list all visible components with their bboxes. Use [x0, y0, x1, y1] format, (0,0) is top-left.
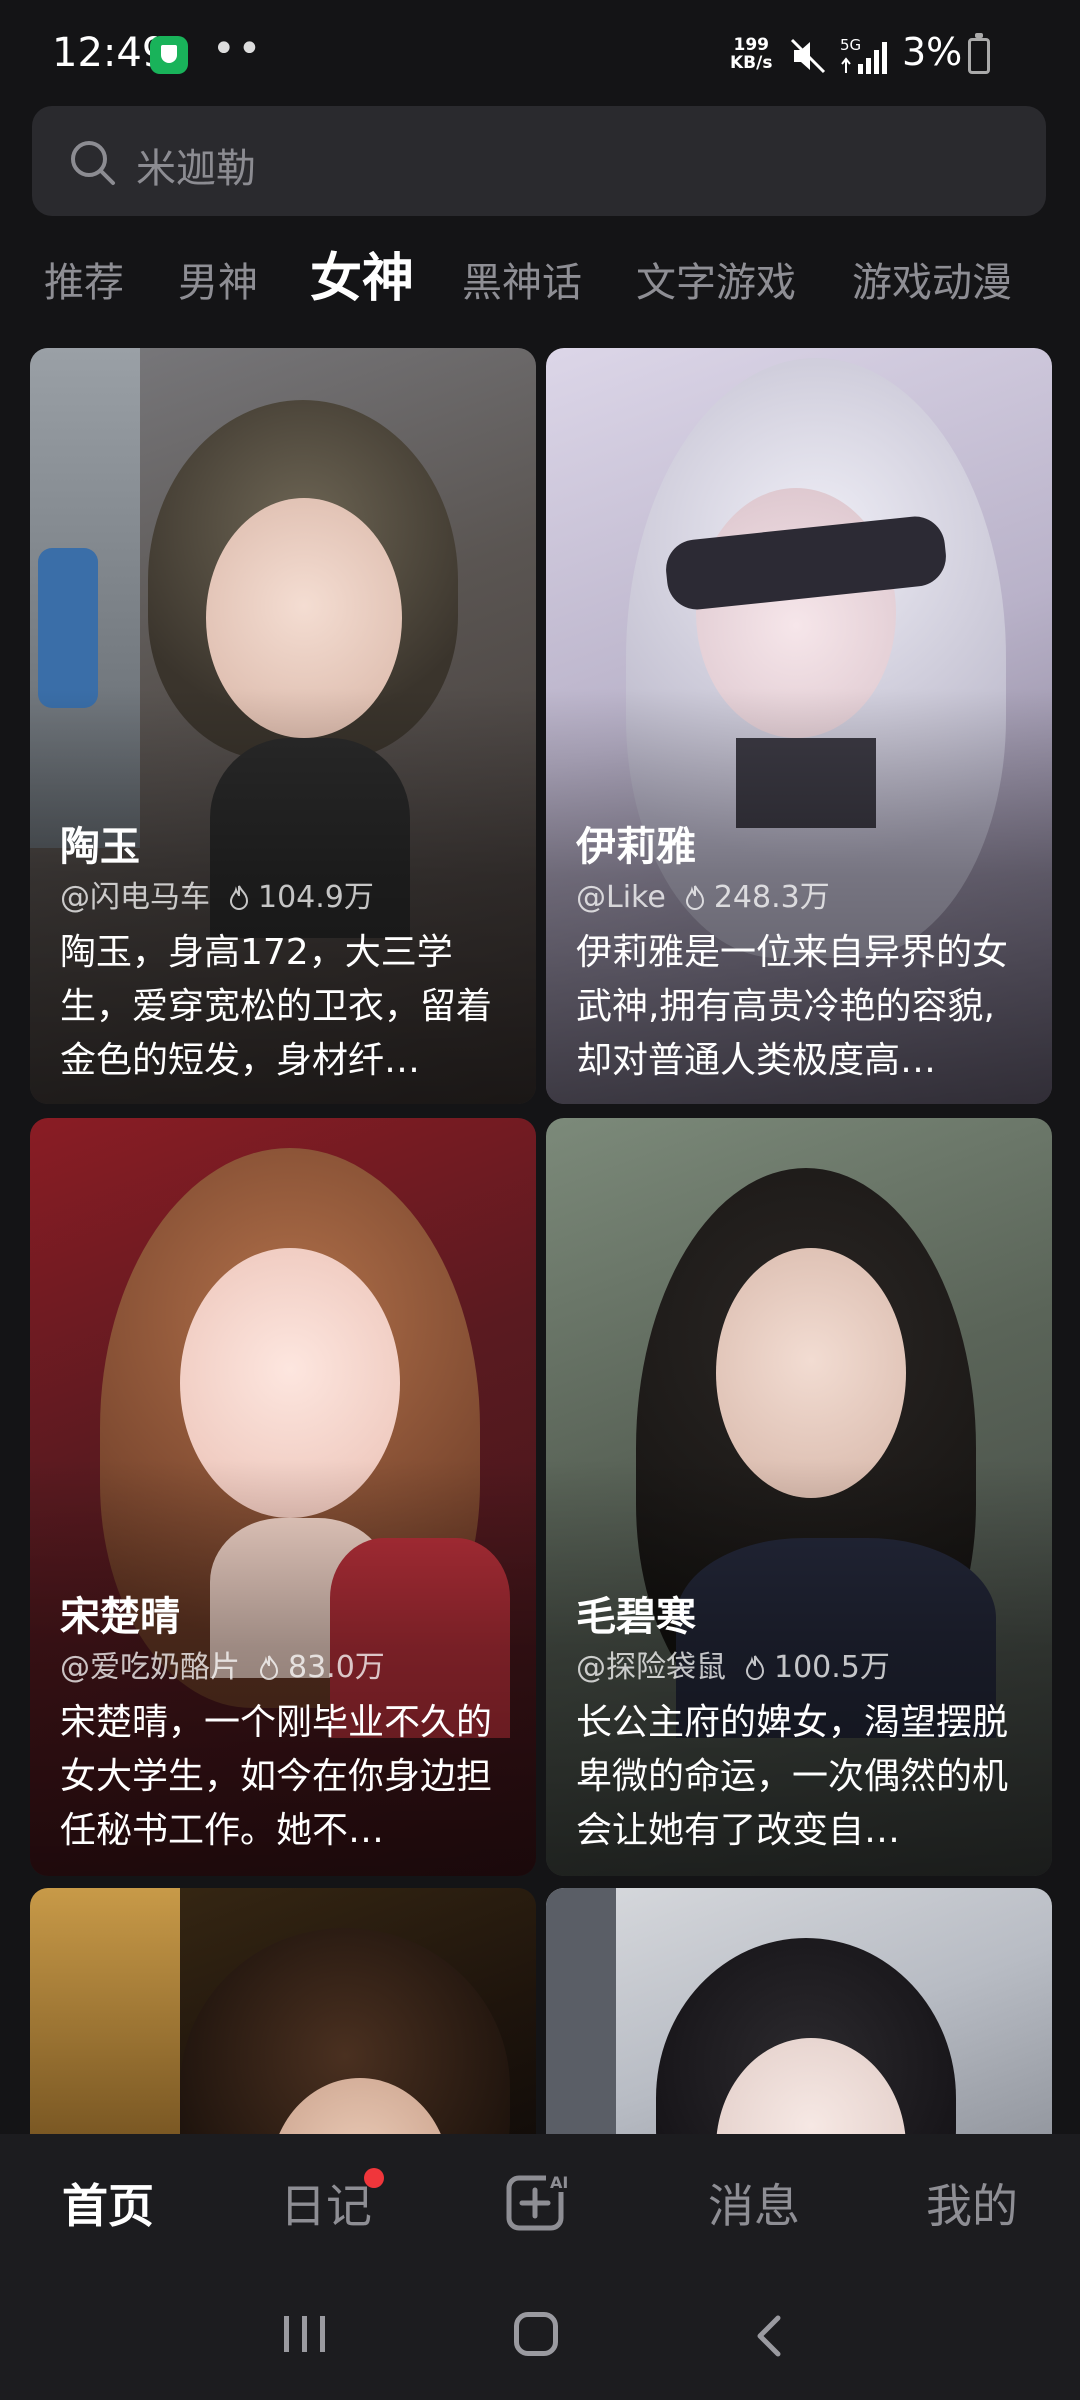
- svg-text:AI: AI: [550, 2173, 568, 2192]
- search-bar[interactable]: 米迦勒: [32, 106, 1046, 216]
- character-meta: @爱吃奶酪片 83.0万: [60, 1642, 385, 1686]
- character-card[interactable]: 宋楚晴 @爱吃奶酪片 83.0万 宋楚晴，一个刚毕业不久的女大学生，如今在你身边担…: [30, 1118, 536, 1876]
- nav-home[interactable]: 首页: [62, 2170, 154, 2236]
- category-tabs: 推荐 男神 女神 黑神话 文字游戏 游戏动漫: [0, 250, 1080, 330]
- status-bar: 12:49 •• 199 KB/s 5G 3%: [0, 0, 1080, 108]
- net-speed-value: 199: [733, 35, 769, 55]
- mute-icon: [790, 38, 826, 74]
- character-card[interactable]: 毛碧寒 @探险袋鼠 100.5万 长公主府的婢女，渴望摆脱卑微的命运，一次偶然的机…: [546, 1118, 1052, 1876]
- heat-count: 248.3万: [713, 880, 830, 915]
- tab-text-games[interactable]: 文字游戏: [636, 250, 796, 316]
- home-icon[interactable]: [514, 2312, 558, 2356]
- author-name: @Like: [576, 880, 666, 915]
- heat-count: 104.9万: [258, 880, 374, 915]
- tab-female[interactable]: 女神: [310, 250, 414, 312]
- tab-games-anime[interactable]: 游戏动漫: [852, 250, 1012, 316]
- author-name: @探险袋鼠: [576, 1650, 726, 1685]
- back-icon[interactable]: [754, 2314, 784, 2358]
- ai-create-icon[interactable]: AI: [506, 2170, 572, 2232]
- character-card[interactable]: 陶玉 @闪电马车 104.9万 陶玉，身高172，大三学生，爱穿宽松的卫衣，留着金…: [30, 348, 536, 1104]
- character-name: 毛碧寒: [576, 1594, 696, 1640]
- author-name: @爱吃奶酪片: [60, 1650, 240, 1685]
- search-input[interactable]: 米迦勒: [136, 136, 256, 194]
- author-name: @闪电马车: [60, 880, 210, 915]
- notification-badge: [364, 2168, 384, 2188]
- character-name: 陶玉: [60, 824, 140, 870]
- character-card[interactable]: 伊莉雅 @Like 248.3万 伊莉雅是一位来自异界的女武神,拥有高贵冷艳的容貌…: [546, 348, 1052, 1104]
- flame-icon: [685, 885, 704, 910]
- character-name: 宋楚晴: [60, 1594, 180, 1640]
- character-description: 长公主府的婢女，渴望摆脱卑微的命运，一次偶然的机会让她有了改变自…: [576, 1702, 1009, 1851]
- battery-icon: [968, 33, 990, 74]
- character-description: 陶玉，身高172，大三学生，爱穿宽松的卫衣，留着金色的短发，身材纤…: [60, 932, 493, 1081]
- character-description: 宋楚晴，一个刚毕业不久的女大学生，如今在你身边担任秘书工作。她不…: [60, 1702, 493, 1851]
- heat-count: 100.5万: [774, 1650, 890, 1685]
- character-meta: @探险袋鼠 100.5万: [576, 1642, 890, 1686]
- flame-icon: [745, 1655, 765, 1680]
- screen: 12:49 •• 199 KB/s 5G 3% 米迦勒 推荐 男神 女神 黑神话…: [0, 0, 1080, 2400]
- network-type: 5G: [840, 36, 861, 54]
- heat-count: 83.0万: [288, 1650, 385, 1685]
- tab-black-myth[interactable]: 黑神话: [462, 250, 582, 316]
- signal-icon: 5G: [840, 36, 887, 74]
- character-meta: @Like 248.3万: [576, 872, 830, 916]
- character-description: 伊莉雅是一位来自异界的女武神,拥有高贵冷艳的容貌,却对普通人类极度高…: [576, 932, 1009, 1081]
- flame-icon: [229, 885, 249, 910]
- character-name: 伊莉雅: [576, 824, 696, 870]
- recent-apps-icon[interactable]: [282, 2314, 328, 2354]
- nav-profile[interactable]: 我的: [926, 2170, 1018, 2236]
- tab-male[interactable]: 男神: [178, 250, 258, 316]
- net-speed: 199 KB/s: [730, 36, 772, 72]
- nav-messages[interactable]: 消息: [708, 2170, 800, 2236]
- flame-icon: [259, 1655, 279, 1680]
- more-notifications-icon: ••: [212, 26, 264, 72]
- character-meta: @闪电马车 104.9万: [60, 872, 374, 916]
- search-icon: [71, 141, 115, 185]
- security-shield-icon: [150, 36, 188, 74]
- tab-recommend[interactable]: 推荐: [44, 250, 124, 316]
- battery-level: 3%: [902, 30, 963, 74]
- nav-diary[interactable]: 日记: [280, 2170, 372, 2236]
- net-speed-unit: KB/s: [730, 53, 773, 73]
